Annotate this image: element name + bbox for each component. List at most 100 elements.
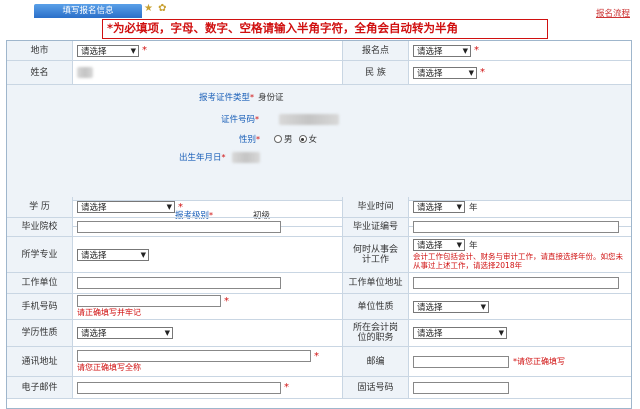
id-type-row: 报考证件类型 * 身份证 [199, 92, 284, 104]
education-label: 学 历 [7, 197, 73, 217]
edu-type-label: 学历性质 [7, 320, 73, 346]
top-bar: 填写报名信息 ★ ✿ 报名流程 [0, 0, 640, 20]
email-label: 电子邮件 [7, 377, 73, 398]
region-cell: 请选择 ▼ * [73, 41, 343, 60]
school-input[interactable] [77, 221, 281, 233]
name-label: 姓名 [7, 61, 73, 84]
position-select[interactable]: 请选择 ▼ [413, 327, 507, 339]
id-number-label: 证件号码 [221, 115, 256, 125]
edu-type-cell: 请选择 ▼ [73, 320, 343, 346]
work-start-year-select[interactable]: 请选择 ▼ [413, 239, 465, 251]
ethnic-cell: 请选择 ▼ * [409, 61, 631, 84]
form-row-education: 学 历 请选择 ▼ * 毕业时间 请选择 ▼ 年 [7, 197, 631, 218]
form-row-major: 所学专业 请选择 ▼ 何时从事会计工作 请选择 ▼ 年 会计工作包括会计、财务与审计… [7, 237, 631, 273]
mobile-input[interactable] [77, 295, 221, 307]
region-label: 地市 [7, 41, 73, 60]
birth-label: 出生年月日 [179, 153, 222, 163]
email-cell: * [73, 377, 343, 398]
unit-type-select[interactable]: 请选择 ▼ [413, 300, 489, 313]
chevron-down-icon: ▼ [456, 203, 462, 211]
employer-addr-input[interactable] [413, 277, 619, 289]
major-label: 所学专业 [7, 237, 73, 272]
cert-no-label: 毕业证编号 [343, 218, 409, 236]
chevron-down-icon: ▼ [480, 302, 486, 311]
ethnic-label: 民 族 [343, 61, 409, 84]
position-cell: 请选择 ▼ [409, 320, 631, 346]
ethnic-select[interactable]: 请选择 ▼ [413, 66, 477, 79]
major-select[interactable]: 请选择 ▼ [77, 248, 149, 261]
school-cell [73, 218, 343, 236]
required-mark: * [284, 382, 289, 393]
name-cell [73, 61, 343, 84]
education-select[interactable]: 请选择 ▼ [77, 201, 175, 213]
site-label: 报名点 [343, 41, 409, 60]
region-select[interactable]: 请选择 ▼ [77, 44, 139, 57]
major-cell: 请选择 ▼ [73, 237, 343, 272]
decorative-star-icons: ★ ✿ [144, 3, 168, 14]
unit-type-cell: 请选择 ▼ [409, 294, 631, 319]
chevron-down-icon: ▼ [164, 329, 170, 337]
address-error: 请您正确填写全称 [77, 363, 141, 372]
grad-time-label: 毕业时间 [343, 197, 409, 217]
phone-cell [409, 377, 631, 398]
employer-label: 工作单位 [7, 273, 73, 293]
cert-no-cell [409, 218, 631, 236]
position-label: 所在会计岗位的职务 [343, 320, 409, 346]
chevron-down-icon: ▼ [462, 46, 468, 55]
unit-type-label: 单位性质 [343, 294, 409, 319]
required-mark: * [142, 45, 147, 56]
form-row-school: 毕业院校 毕业证编号 [7, 218, 631, 237]
chevron-down-icon: ▼ [140, 250, 146, 259]
postcode-error: *请您正确填写 [513, 357, 565, 366]
form-row-email: 电子邮件 * 固话号码 [7, 377, 631, 399]
id-type-label: 报考证件类型 [199, 93, 251, 103]
tab-fill-info[interactable]: 填写报名信息 [34, 4, 142, 18]
form-row-address: 通讯地址 * 请您正确填写全称 邮编 *请您正确填写 [7, 347, 631, 377]
gender-radio-male[interactable] [274, 135, 283, 143]
form-row-employer: 工作单位 工作单位地址 [7, 273, 631, 294]
grad-time-cell: 请选择 ▼ 年 [409, 197, 631, 217]
year-unit: 年 [469, 241, 478, 251]
work-start-cell: 请选择 ▼ 年 会计工作包括会计、财务与审计工作，请直接选择年份。如您未从事过上述… [409, 237, 631, 272]
phone-input[interactable] [413, 381, 509, 394]
registration-flow-link[interactable]: 报名流程 [596, 7, 630, 19]
required-mark: * [314, 350, 319, 362]
cert-no-input[interactable] [413, 221, 619, 233]
chevron-down-icon: ▼ [468, 68, 474, 77]
id-number-redacted [279, 113, 340, 125]
employer-addr-label: 工作单位地址 [343, 273, 409, 293]
gender-radio-female[interactable] [298, 135, 307, 143]
education-cell: 请选择 ▼ * [73, 197, 343, 217]
required-mark: * [224, 295, 229, 307]
work-start-note: 会计工作包括会计、财务与审计工作，请直接选择年份。如您未从事过上述工作，请选择2… [413, 252, 623, 270]
mobile-error: 请正确填写并牢记 [77, 308, 141, 317]
required-notice: *为必填项，字母、数字、空格请输入半角字符，全角会自动转为半角 [102, 19, 548, 39]
employer-cell [73, 273, 343, 293]
postcode-cell: *请您正确填写 [409, 347, 631, 376]
chevron-down-icon: ▼ [498, 329, 504, 337]
chevron-down-icon: ▼ [456, 241, 462, 249]
gender-male-label: 男 [284, 135, 293, 145]
postcode-input[interactable] [413, 355, 509, 368]
edu-type-select[interactable]: 请选择 ▼ [77, 327, 173, 339]
employer-input[interactable] [77, 277, 281, 289]
name-value-redacted [77, 67, 93, 78]
id-number-row: 证件号码 * [221, 113, 340, 125]
postcode-label: 邮编 [343, 347, 409, 376]
form-row-mobile: 手机号码 * 请正确填写并牢记 单位性质 请选择 ▼ [7, 294, 631, 320]
mobile-label: 手机号码 [7, 294, 73, 319]
employer-addr-cell [409, 273, 631, 293]
required-mark: * [178, 201, 183, 213]
id-info-block: 报考证件类型 * 身份证 证件号码 * 性别 * 男 女 出生年月日 * [7, 85, 631, 201]
site-select[interactable]: 请选择 ▼ [413, 44, 471, 57]
email-input[interactable] [77, 381, 281, 394]
grad-year-select[interactable]: 请选择 ▼ [413, 201, 465, 213]
work-start-label: 何时从事会计工作 [343, 237, 409, 272]
chevron-down-icon: ▼ [166, 203, 172, 211]
address-input[interactable] [77, 350, 311, 362]
address-cell: * 请您正确填写全称 [73, 347, 343, 376]
form-row-region: 地市 请选择 ▼ * 报名点 请选择 ▼ * [7, 41, 631, 61]
id-type-value: 身份证 [258, 93, 284, 103]
required-mark: * [474, 45, 479, 56]
gender-label: 性别 [239, 135, 257, 145]
